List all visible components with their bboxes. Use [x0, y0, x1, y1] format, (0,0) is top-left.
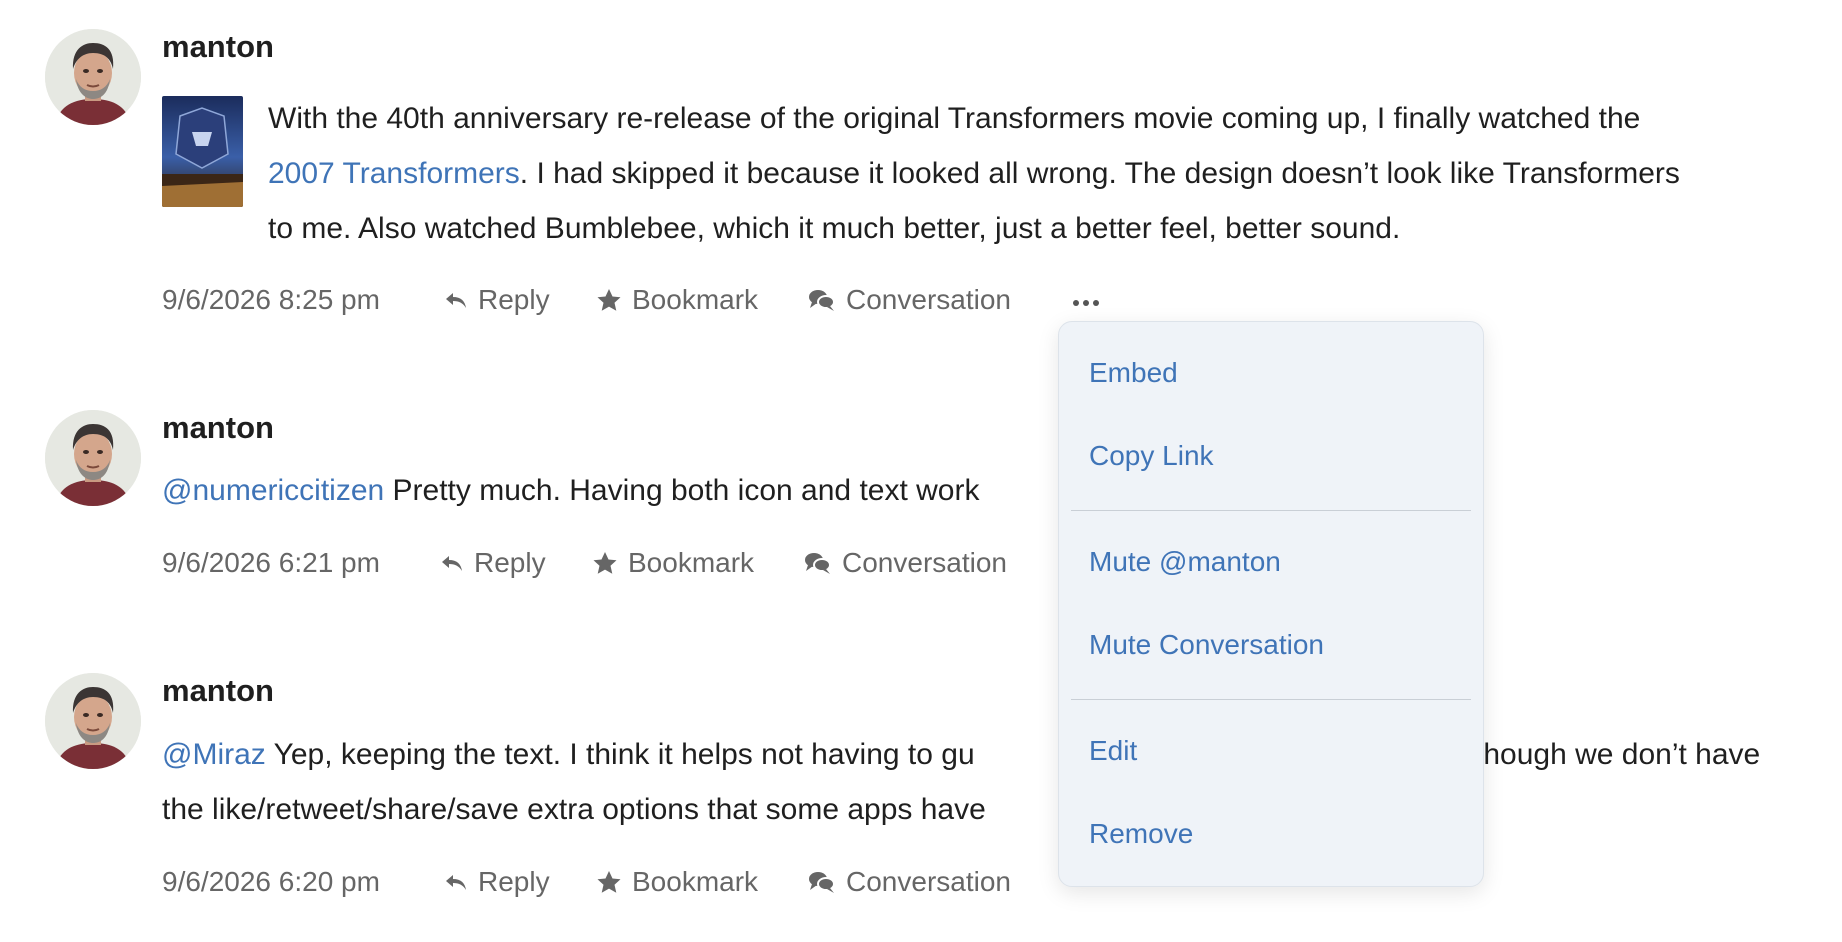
post-text-body-1-end: though we don’t have	[1475, 738, 1761, 771]
bookmark-button[interactable]: Bookmark	[592, 545, 754, 581]
menu-item-copy-link[interactable]: Copy Link	[1089, 438, 1214, 474]
menu-separator	[1071, 699, 1471, 700]
bookmark-button[interactable]: Bookmark	[596, 282, 758, 318]
conversation-icon	[808, 287, 836, 313]
post-text-line-2: . I had skipped it because it looked all…	[519, 157, 1680, 190]
post-text-line-2-wrap: 2007 Transformers. I had skipped it beca…	[268, 146, 1680, 201]
reply-button[interactable]: Reply	[444, 864, 550, 900]
bookmark-button[interactable]: Bookmark	[596, 864, 758, 900]
conversation-icon	[804, 550, 832, 576]
menu-item-mute-conversation[interactable]: Mute Conversation	[1089, 627, 1324, 663]
mention-link[interactable]: @numericcitizen	[162, 474, 384, 507]
conversation-label: Conversation	[842, 547, 1007, 578]
menu-item-embed[interactable]: Embed	[1089, 355, 1178, 391]
movie-poster-image[interactable]	[162, 96, 243, 207]
bookmark-label: Bookmark	[632, 866, 759, 897]
post-text-body-2: the like/retweet/share/save extra option…	[162, 793, 986, 826]
reply-icon	[440, 553, 464, 573]
reply-button[interactable]: Reply	[440, 545, 546, 581]
post-text-line-2: the like/retweet/share/save extra option…	[162, 782, 986, 837]
post-text: @numericcitizen Pretty much. Having both…	[162, 463, 979, 518]
avatar[interactable]	[45, 410, 141, 506]
star-icon	[592, 551, 618, 575]
post-text-line-3-wrap: to me. Also watched Bumblebee, which it …	[268, 201, 1400, 256]
conversation-icon	[808, 869, 836, 895]
bookmark-label: Bookmark	[628, 547, 755, 578]
more-options-button[interactable]	[1068, 288, 1104, 318]
ellipsis-icon	[1073, 300, 1099, 306]
reply-label: Reply	[478, 284, 550, 315]
username[interactable]: manton	[162, 410, 274, 446]
menu-item-remove[interactable]: Remove	[1089, 816, 1193, 852]
post-text-line-1: @Miraz Yep, keeping the text. I think it…	[162, 727, 975, 782]
menu-item-mute-user[interactable]: Mute @manton	[1089, 544, 1281, 580]
post-text-line-1: With the 40th anniversary re-release of …	[268, 102, 1641, 135]
post-text: With the 40th anniversary re-release of …	[268, 91, 1828, 146]
conversation-label: Conversation	[846, 284, 1011, 315]
conversation-button[interactable]: Conversation	[804, 545, 1007, 581]
movie-link[interactable]: 2007 Transformers	[268, 157, 520, 190]
post-text-body: Pretty much. Having both icon and text w…	[384, 474, 980, 507]
timestamp-link[interactable]: 9/6/2026 6:20 pm	[162, 864, 380, 900]
bookmark-label: Bookmark	[632, 284, 759, 315]
reply-label: Reply	[478, 866, 550, 897]
more-options-menu: Embed Copy Link Mute @manton Mute Conver…	[1058, 321, 1484, 887]
conversation-button[interactable]: Conversation	[808, 282, 1011, 318]
reply-icon	[444, 290, 468, 310]
star-icon	[596, 870, 622, 894]
conversation-button[interactable]: Conversation	[808, 864, 1011, 900]
post-text-line-3: to me. Also watched Bumblebee, which it …	[268, 212, 1401, 245]
post-text-body-1: Yep, keeping the text. I think it helps …	[265, 738, 975, 771]
mention-link[interactable]: @Miraz	[162, 738, 266, 771]
reply-button[interactable]: Reply	[444, 282, 550, 318]
timestamp-link[interactable]: 9/6/2026 8:25 pm	[162, 282, 380, 318]
post-text-line-1-end: though we don’t have	[1475, 727, 1760, 782]
avatar[interactable]	[45, 673, 141, 769]
reply-label: Reply	[474, 547, 546, 578]
star-icon	[596, 288, 622, 312]
timestamp-link[interactable]: 9/6/2026 6:21 pm	[162, 545, 380, 581]
reply-icon	[444, 872, 468, 892]
menu-item-edit[interactable]: Edit	[1089, 733, 1137, 769]
menu-separator	[1071, 510, 1471, 511]
avatar[interactable]	[45, 29, 141, 125]
conversation-label: Conversation	[846, 866, 1011, 897]
username[interactable]: manton	[162, 673, 274, 709]
username[interactable]: manton	[162, 29, 274, 65]
